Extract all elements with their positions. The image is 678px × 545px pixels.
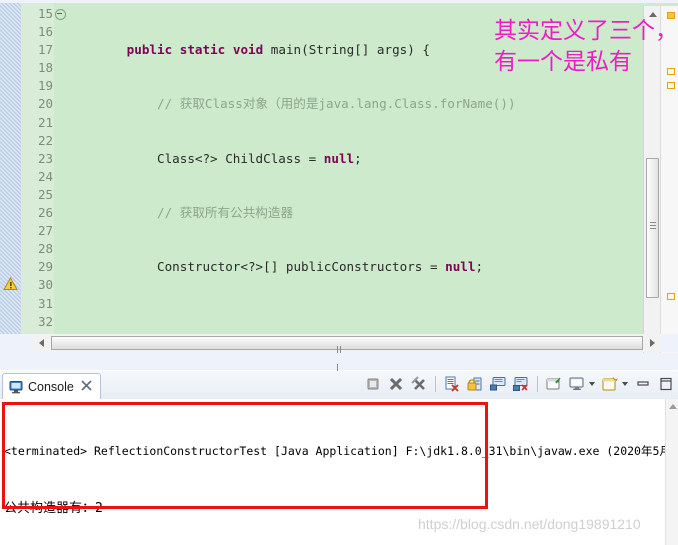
line-number: 19 bbox=[37, 78, 53, 94]
line-number: 21 bbox=[37, 114, 53, 130]
line-number: 17 bbox=[37, 42, 53, 58]
chevron-down-icon[interactable] bbox=[622, 382, 628, 386]
line-number: 15 bbox=[37, 6, 53, 21]
line-number: 24 bbox=[37, 168, 53, 184]
code-line: // 获取所有公共构造器 bbox=[157, 205, 294, 221]
line-number: 18 bbox=[37, 60, 53, 76]
tab-console[interactable]: Console bbox=[2, 373, 101, 400]
editor-horizontal-scroll-row bbox=[0, 334, 678, 371]
line-number: 29 bbox=[37, 259, 53, 275]
overview-marker[interactable] bbox=[667, 82, 675, 89]
horizontal-scroll-thumb[interactable] bbox=[51, 336, 643, 371]
line-number: 31 bbox=[37, 295, 53, 311]
scroll-left-arrow-icon[interactable] bbox=[33, 334, 50, 352]
console-launch-meta: <terminated> ReflectionConstructorTest [… bbox=[4, 444, 678, 458]
line-number: 20 bbox=[37, 96, 53, 112]
line-number: 28 bbox=[37, 241, 53, 257]
annotation-note: 其实定义了三个，有一个是私有 bbox=[494, 18, 678, 75]
close-icon[interactable] bbox=[81, 380, 92, 394]
console-tab-bar: Console bbox=[0, 371, 678, 400]
scroll-right-arrow-icon[interactable] bbox=[644, 334, 661, 352]
editor-annotation-gutter[interactable] bbox=[0, 3, 21, 350]
console-toolbar bbox=[363, 374, 676, 394]
code-line: // 获取Class对象（用的是java.lang.Class.forName(… bbox=[157, 96, 516, 112]
display-selected-console-icon[interactable] bbox=[511, 374, 531, 394]
line-number: 30 bbox=[37, 277, 53, 293]
editor-horizontal-scrollbar[interactable] bbox=[33, 334, 661, 371]
code-line: Class<?> ChildClass = null; bbox=[66, 150, 362, 166]
vertical-scroll-thumb[interactable] bbox=[646, 158, 659, 298]
scroll-up-arrow-icon[interactable] bbox=[668, 402, 677, 411]
open-console-icon[interactable] bbox=[567, 374, 587, 394]
console-vertical-scrollbar[interactable] bbox=[665, 399, 678, 545]
remove-launch-icon[interactable] bbox=[386, 374, 406, 394]
code-line: Constructor<?>[] publicConstructors = nu… bbox=[66, 259, 484, 275]
code-folding-gutter[interactable] bbox=[54, 3, 66, 350]
line-number: 16 bbox=[37, 24, 53, 40]
new-console-icon[interactable] bbox=[600, 374, 620, 394]
pin-console-icon[interactable] bbox=[488, 374, 508, 394]
new-console-view-icon[interactable] bbox=[544, 374, 564, 394]
line-number: 32 bbox=[37, 313, 53, 329]
chevron-down-icon[interactable] bbox=[589, 382, 595, 386]
minimize-icon[interactable] bbox=[633, 374, 653, 394]
line-number: 26 bbox=[37, 205, 53, 221]
watermark-text: https://blog.csdn.net/dong19891210 bbox=[418, 516, 641, 532]
fold-collapse-icon[interactable] bbox=[55, 9, 66, 20]
clear-console-icon[interactable] bbox=[442, 374, 462, 394]
line-number: 27 bbox=[37, 223, 53, 239]
line-number-gutter: 15 16 17 18 19 20 21 22 23 24 25 26 27 28 29 30 31 32 bbox=[21, 3, 54, 350]
remove-all-terminated-icon[interactable] bbox=[409, 374, 429, 394]
toolbar-separator bbox=[537, 376, 538, 392]
console-monitor-icon bbox=[9, 380, 23, 394]
scroll-thumb-grip-icon bbox=[337, 340, 344, 371]
tab-console-label: Console bbox=[28, 380, 74, 394]
scroll-lock-icon[interactable] bbox=[465, 374, 485, 394]
scroll-thumb-grip-icon bbox=[650, 222, 656, 229]
line-number: 23 bbox=[37, 150, 53, 166]
overview-marker[interactable] bbox=[667, 293, 675, 300]
toolbar-separator bbox=[435, 376, 436, 392]
line-number: 25 bbox=[37, 186, 53, 202]
line-number: 22 bbox=[37, 132, 53, 148]
maximize-icon[interactable] bbox=[656, 374, 676, 394]
terminate-icon[interactable] bbox=[363, 374, 383, 394]
warning-marker-icon[interactable] bbox=[3, 276, 19, 292]
